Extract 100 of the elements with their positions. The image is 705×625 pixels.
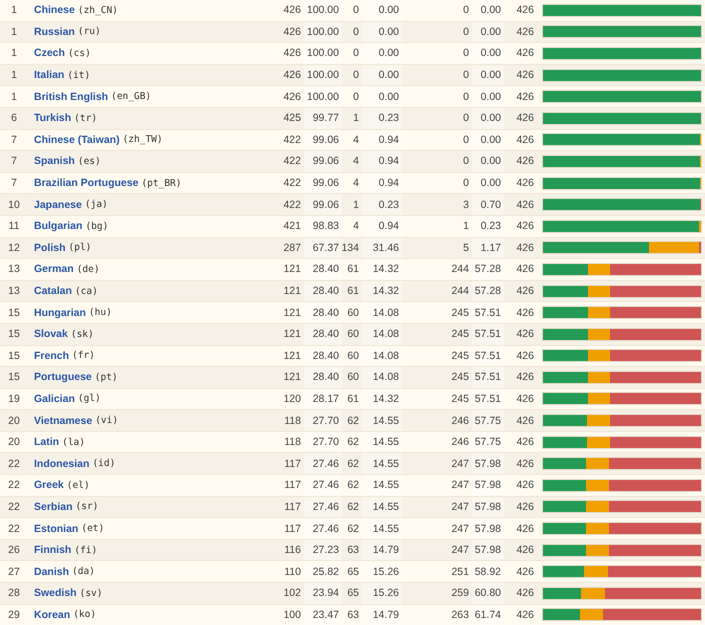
table-cell: 4: [353, 220, 359, 232]
language-link[interactable]: Vietnamese: [34, 414, 92, 427]
language-link[interactable]: Hungarian: [34, 306, 86, 319]
table-cell: 0: [353, 26, 359, 38]
table-cell: 62: [347, 458, 359, 470]
table-cell: 63: [347, 544, 359, 556]
table-cell: 28.17: [312, 392, 339, 405]
language-link[interactable]: Italian: [34, 69, 64, 82]
language-link[interactable]: Portuguese: [34, 371, 92, 384]
table-cell: 117: [284, 458, 301, 470]
rank-number: 10: [8, 198, 20, 211]
table-cell: 0.00: [480, 134, 501, 146]
language-link[interactable]: Greek: [34, 479, 64, 492]
language-link[interactable]: Indonesian: [34, 458, 90, 470]
table-cell: 67.37: [312, 242, 339, 254]
language-link[interactable]: Polish: [34, 242, 66, 254]
table-cell: 426: [283, 90, 301, 103]
language-link[interactable]: Latin: [34, 436, 60, 448]
language-link[interactable]: Serbian: [34, 500, 73, 513]
table-cell: 28.40: [312, 306, 339, 319]
rank-number: 22: [8, 500, 20, 513]
table-cell: 0.00: [480, 177, 501, 190]
rank-number: 1: [11, 69, 17, 82]
language-link[interactable]: Czech: [34, 47, 65, 60]
rank-number: 20: [8, 414, 20, 427]
table-cell: 259: [451, 587, 469, 600]
language-code: (fr): [72, 350, 95, 362]
language-link[interactable]: Galician: [34, 392, 75, 405]
table-cell: 62: [347, 522, 359, 535]
table-cell: 0: [463, 26, 469, 38]
table-cell: 426: [516, 500, 534, 513]
language-code: (sk): [70, 328, 94, 340]
table-cell: 0: [353, 69, 359, 82]
language-link[interactable]: French: [34, 350, 70, 362]
language-code: (cs): [68, 48, 91, 59]
table-cell: 287: [283, 242, 301, 254]
table-cell: 14.55: [372, 458, 399, 470]
language-link[interactable]: Bulgarian: [34, 220, 82, 232]
table-cell: 426: [516, 458, 534, 470]
table-cell: 0.00: [480, 112, 501, 124]
table-cell: 0: [463, 112, 469, 124]
table-cell: 57.98: [474, 500, 501, 513]
language-link[interactable]: Chinese (Taiwan): [34, 134, 120, 146]
table-cell: 121: [283, 306, 301, 319]
table-cell: 0: [463, 177, 469, 190]
language-link[interactable]: Swedish: [34, 587, 77, 600]
table-cell: 99.06: [312, 155, 339, 168]
table-cell: 4: [353, 177, 359, 190]
language-link[interactable]: Spanish: [34, 155, 75, 168]
language-link[interactable]: Japanese: [34, 198, 82, 211]
table-cell: 63: [347, 608, 359, 621]
language-link[interactable]: Chinese: [34, 4, 75, 16]
table-cell: 118: [284, 414, 301, 427]
table-cell: 0.94: [378, 134, 399, 146]
table-cell: 4: [353, 155, 359, 168]
table-cell: 426: [283, 4, 301, 16]
language-link[interactable]: Slovak: [34, 328, 68, 340]
table-cell: 14.08: [372, 350, 399, 362]
language-code: (gl): [78, 393, 101, 404]
table-cell: 247: [451, 479, 469, 492]
language-link[interactable]: Brazilian Portuguese: [34, 177, 138, 190]
language-code: (el): [66, 480, 90, 491]
table-cell: 65: [347, 587, 359, 600]
table-cell: 27.70: [312, 436, 339, 448]
language-link[interactable]: Danish: [34, 566, 70, 578]
table-cell: 0: [463, 155, 469, 168]
table-cell: 61: [347, 263, 359, 276]
table-cell: 99.06: [312, 177, 339, 190]
table-cell: 57.51: [474, 306, 501, 319]
language-link[interactable]: Catalan: [34, 285, 72, 298]
table-cell: 0: [353, 4, 359, 16]
language-code: (da): [72, 566, 95, 578]
language-link[interactable]: Estonian: [34, 522, 78, 535]
table-cell: 245: [451, 350, 469, 362]
table-cell: 247: [451, 458, 469, 470]
language-link[interactable]: Korean: [34, 608, 70, 621]
table-cell: 14.32: [372, 285, 399, 298]
table-cell: 245: [451, 392, 469, 405]
language-link[interactable]: German: [34, 263, 74, 276]
language-code: (de): [76, 264, 100, 275]
language-link[interactable]: British English: [34, 90, 108, 103]
table-cell: 426: [516, 177, 534, 190]
language-link[interactable]: Turkish: [34, 112, 72, 124]
table-cell: 62: [347, 500, 359, 513]
table-cell: 0.00: [480, 90, 501, 103]
table-cell: 0: [463, 134, 469, 146]
table-cell: 14.55: [372, 500, 399, 513]
language-code: (la): [62, 436, 85, 448]
table-cell: 57.98: [474, 522, 501, 535]
table-cell: 14.08: [372, 328, 399, 340]
table-cell: 121: [283, 263, 301, 276]
rank-number: 15: [8, 328, 20, 340]
language-link[interactable]: Finnish: [34, 544, 72, 556]
table-cell: 426: [516, 220, 534, 232]
language-link[interactable]: Russian: [34, 26, 75, 38]
table-cell: 244: [451, 285, 469, 298]
table-cell: 60: [347, 306, 359, 319]
language-code: (es): [78, 156, 101, 167]
rank-number: 1: [11, 47, 17, 60]
table-cell: 426: [516, 522, 534, 535]
